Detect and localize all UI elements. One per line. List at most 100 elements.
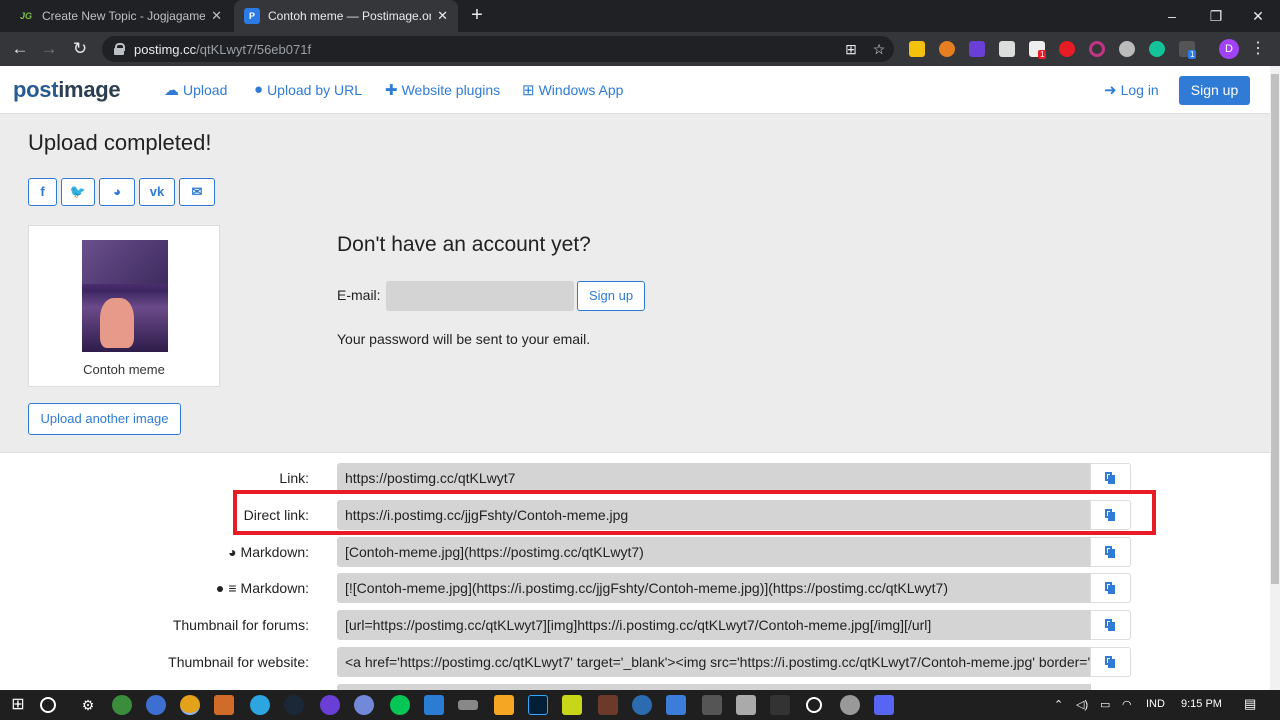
translate-icon[interactable]: ⊞ (840, 36, 862, 62)
reload-icon[interactable]: ↻ (68, 37, 92, 61)
settings-gear-icon[interactable]: ⚙ (78, 695, 98, 715)
copy-button[interactable] (1090, 647, 1131, 677)
taskbar-app-icon[interactable] (598, 695, 618, 715)
telegram-icon[interactable] (250, 695, 270, 715)
notification-center-icon[interactable]: ▤ (1244, 696, 1256, 712)
language-indicator[interactable]: IND (1146, 698, 1165, 710)
taskbar-app-icon[interactable] (458, 700, 478, 710)
steam-icon[interactable] (284, 695, 304, 715)
nav-windows-app[interactable]: ⊞ Windows App (522, 81, 623, 99)
login-icon: ➜ (1104, 82, 1117, 99)
share-twitter-button[interactable]: 🐦 (61, 178, 95, 206)
facebook-icon: f (40, 184, 45, 199)
address-bar[interactable]: postimg.cc/qtKLwyt7/56eb071f ⊞ ☆ (102, 36, 894, 62)
clock[interactable]: 9:15 PM (1181, 698, 1222, 710)
postimage-logo[interactable]: postimage (13, 77, 121, 103)
wifi-icon[interactable]: ◠ (1122, 698, 1132, 711)
battery-icon[interactable]: ▭ (1100, 698, 1110, 711)
taskbar-app-icon[interactable] (632, 695, 652, 715)
profile-avatar[interactable]: D (1219, 39, 1239, 59)
taskbar-app-icon[interactable] (146, 695, 166, 715)
extension-panel-icon[interactable] (999, 41, 1015, 57)
tab-title: Contoh meme — Postimage.org (268, 9, 432, 23)
tray-chevron-icon[interactable]: ⌃ (1054, 698, 1063, 711)
meme-figure (100, 298, 134, 348)
taskbar-app-icon[interactable] (770, 695, 790, 715)
tab-jogjagamers[interactable]: JG Create New Topic - Jogjagamers ✕ (8, 0, 232, 32)
discord-icon[interactable] (874, 695, 894, 715)
photoshop-icon[interactable] (528, 695, 548, 715)
copy-icon-front (1108, 659, 1115, 668)
menu-kebab-icon[interactable]: ⋮ (1250, 37, 1266, 61)
calculator-icon[interactable] (702, 695, 722, 715)
cortana-icon[interactable] (40, 697, 56, 713)
close-tab-icon[interactable]: ✕ (437, 8, 448, 24)
share-vk-button[interactable]: vk (139, 178, 175, 206)
nav-upload[interactable]: ☁ Upload (164, 81, 227, 99)
windows-start-icon[interactable]: ⊞ (8, 695, 28, 715)
email-field[interactable] (386, 281, 574, 311)
taskbar-app-icon[interactable] (666, 695, 686, 715)
email-signup-button[interactable]: Sign up (577, 281, 645, 311)
markdown-reddit-field[interactable]: [Contoh-meme.jpg](https://postimg.cc/qtK… (337, 537, 1091, 567)
extension-grammarly-icon[interactable] (1149, 41, 1165, 57)
url-path: /qtKLwyt7/56eb071f (196, 41, 312, 57)
upload-another-button[interactable]: Upload another image (28, 403, 181, 435)
extension-instagram-icon[interactable] (1089, 41, 1105, 57)
back-icon[interactable]: ← (8, 37, 32, 61)
nav-website-plugins[interactable]: ✚ Website plugins (385, 81, 500, 99)
extension-cube-icon[interactable] (969, 41, 985, 57)
tab-postimage[interactable]: P Contoh meme — Postimage.org ✕ (234, 0, 458, 32)
direct-link-highlight-box (233, 490, 1156, 535)
forward-icon[interactable]: → (37, 37, 61, 61)
extension-camera-icon[interactable]: 1 (1029, 41, 1047, 59)
cloud-upload-icon: ☁ (164, 82, 179, 99)
taskbar-app-icon[interactable] (424, 695, 444, 715)
page-scrollbar[interactable] (1270, 66, 1280, 690)
taskbar-app-icon[interactable] (806, 697, 822, 713)
markdown-reddit-label: ◕ Markdown: (228, 544, 309, 560)
chrome-taskbar-icon[interactable] (180, 695, 200, 715)
copy-button[interactable] (1090, 610, 1131, 640)
copy-button[interactable] (1090, 537, 1131, 567)
uploaded-image-thumbnail[interactable] (82, 240, 168, 352)
close-window-icon[interactable]: ✕ (1238, 4, 1278, 28)
maximize-icon[interactable]: ❐ (1196, 4, 1236, 28)
reddit-icon: ◕ (228, 544, 237, 560)
taskbar-app-icon[interactable] (214, 695, 234, 715)
minimize-icon[interactable]: – (1152, 4, 1192, 28)
bookmark-star-icon[interactable]: ☆ (868, 36, 890, 62)
nav-upload-by-url[interactable]: ● Upload by URL (254, 81, 362, 98)
signup-button[interactable]: Sign up (1179, 76, 1250, 105)
tab-title: Create New Topic - Jogjagamers (42, 9, 206, 23)
extension-v-icon[interactable] (909, 41, 925, 57)
thumbnail-forums-field[interactable]: [url=https://postimg.cc/qtKLwyt7][img]ht… (337, 610, 1091, 640)
extension-adblock-icon[interactable] (1059, 41, 1075, 57)
copy-button[interactable] (1090, 573, 1131, 603)
taskbar-app-icon[interactable] (494, 695, 514, 715)
share-facebook-button[interactable]: f (28, 178, 57, 206)
jogjagamers-favicon-icon: JG (19, 11, 32, 21)
taskbar-app-icon[interactable] (736, 695, 756, 715)
taskbar-app-icon[interactable] (320, 695, 340, 715)
share-reddit-button[interactable]: ◕ (99, 178, 135, 206)
line-icon[interactable] (390, 695, 410, 715)
link-field[interactable]: https://postimg.cc/qtKLwyt7 (337, 463, 1091, 493)
taskbar-app-icon[interactable] (112, 695, 132, 715)
extension-globe-icon[interactable] (1119, 41, 1135, 57)
extension-puzzle-icon[interactable]: 1 (1179, 41, 1197, 59)
login-link[interactable]: ➜ Log in (1104, 81, 1159, 99)
markdown-github-field[interactable]: [![Contoh-meme.jpg](https://i.postimg.cc… (337, 573, 1091, 603)
taskbar-app-icon[interactable] (562, 695, 582, 715)
thumbnail-website-field[interactable]: <a href='https://postimg.cc/qtKLwyt7' ta… (337, 647, 1091, 677)
taskbar-app-icon[interactable] (840, 695, 860, 715)
share-email-button[interactable]: ✉ (179, 178, 215, 206)
taskbar-app-icon[interactable] (354, 695, 374, 715)
close-tab-icon[interactable]: ✕ (211, 8, 222, 24)
copy-button[interactable] (1090, 463, 1131, 493)
scrollbar-thumb[interactable] (1271, 74, 1279, 584)
new-tab-icon[interactable]: + (466, 5, 488, 27)
extension-circle-icon[interactable] (939, 41, 955, 57)
volume-icon[interactable]: ◁) (1076, 698, 1088, 711)
stackoverflow-icon: ≡ (228, 580, 237, 596)
